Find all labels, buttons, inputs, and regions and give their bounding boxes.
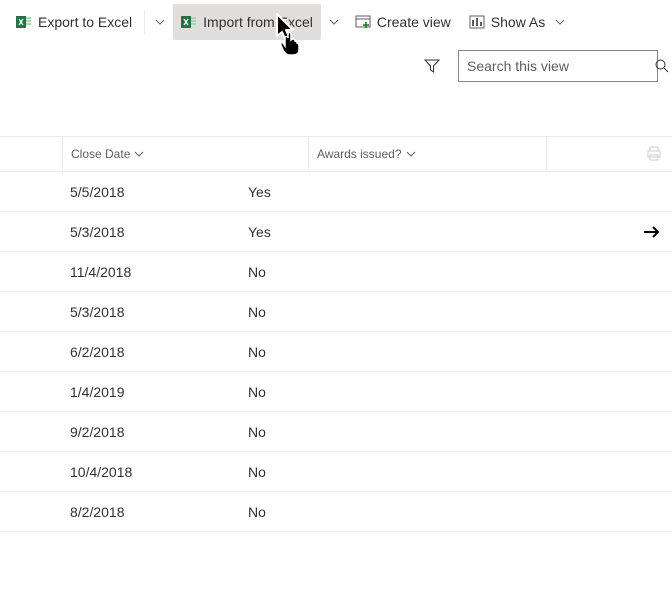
- export-excel-dropdown[interactable]: [149, 4, 171, 40]
- cell-awards-issued: No: [240, 344, 470, 360]
- cell-close-date: 9/2/2018: [0, 424, 240, 440]
- chevron-down-icon: [329, 17, 339, 27]
- cell-close-date: 8/2/2018: [0, 504, 240, 520]
- print-icon[interactable]: [646, 146, 662, 162]
- create-view-icon: [355, 14, 371, 30]
- search-box[interactable]: [458, 50, 658, 82]
- show-as-icon: [469, 14, 485, 30]
- chevron-down-icon: [134, 149, 144, 159]
- grid-header: Close Date Awards issued?: [0, 136, 672, 172]
- column-header-awards-issued[interactable]: Awards issued?: [308, 137, 546, 171]
- table-row[interactable]: 9/2/2018No: [0, 412, 672, 452]
- cell-close-date: 6/2/2018: [0, 344, 240, 360]
- show-as-label: Show As: [491, 14, 545, 30]
- import-excel-button[interactable]: Import from Excel: [173, 4, 321, 40]
- import-excel-dropdown[interactable]: [323, 4, 345, 40]
- search-input[interactable]: [467, 58, 648, 74]
- filter-button[interactable]: [416, 50, 448, 82]
- export-excel-button[interactable]: Export to Excel: [8, 4, 140, 40]
- table-row[interactable]: 5/3/2018No: [0, 292, 672, 332]
- cell-close-date: 5/5/2018: [0, 184, 240, 200]
- chevron-down-icon: [406, 149, 416, 159]
- excel-icon: [16, 14, 32, 30]
- search-row: [0, 44, 672, 92]
- arrow-right-icon[interactable]: [642, 224, 662, 240]
- chevron-down-icon: [555, 17, 565, 27]
- show-as-button[interactable]: Show As: [461, 4, 573, 40]
- cell-awards-issued: No: [240, 464, 470, 480]
- cell-close-date: 5/3/2018: [0, 304, 240, 320]
- funnel-icon: [424, 58, 440, 74]
- cell-awards-issued: No: [240, 424, 470, 440]
- cell-awards-issued: No: [240, 304, 470, 320]
- create-view-button[interactable]: Create view: [347, 4, 459, 40]
- export-excel-label: Export to Excel: [38, 14, 132, 30]
- cell-close-date: 10/4/2018: [0, 464, 240, 480]
- column-header-label: Awards issued?: [317, 147, 402, 161]
- cell-awards-issued: No: [240, 384, 470, 400]
- create-view-label: Create view: [377, 14, 451, 30]
- cell-awards-issued: Yes: [240, 184, 470, 200]
- cell-close-date: 11/4/2018: [0, 264, 240, 280]
- table-row[interactable]: 8/2/2018No: [0, 492, 672, 532]
- table-row[interactable]: 5/3/2018Yes: [0, 212, 672, 252]
- cell-awards-issued: No: [240, 504, 470, 520]
- table-row[interactable]: 6/2/2018No: [0, 332, 672, 372]
- chevron-down-icon: [155, 17, 165, 27]
- cell-awards-issued: Yes: [240, 224, 470, 240]
- divider: [144, 10, 145, 34]
- command-bar: Export to Excel Import from Excel Create…: [0, 0, 672, 44]
- table-row[interactable]: 10/4/2018No: [0, 452, 672, 492]
- table-row[interactable]: 5/5/2018Yes: [0, 172, 672, 212]
- import-excel-label: Import from Excel: [203, 14, 313, 30]
- table-row[interactable]: 1/4/2019No: [0, 372, 672, 412]
- column-header-actions: [546, 137, 672, 171]
- column-header-label: Close Date: [71, 147, 130, 161]
- table-row[interactable]: 11/4/2018No: [0, 252, 672, 292]
- excel-icon: [181, 14, 197, 30]
- cell-close-date: 5/3/2018: [0, 224, 240, 240]
- cell-close-date: 1/4/2019: [0, 384, 240, 400]
- search-icon: [654, 58, 670, 74]
- column-header-close-date[interactable]: Close Date: [62, 137, 308, 171]
- grid-body: 5/5/2018Yes5/3/2018Yes11/4/2018No5/3/201…: [0, 172, 672, 532]
- cell-actions: [470, 224, 672, 240]
- cell-awards-issued: No: [240, 264, 470, 280]
